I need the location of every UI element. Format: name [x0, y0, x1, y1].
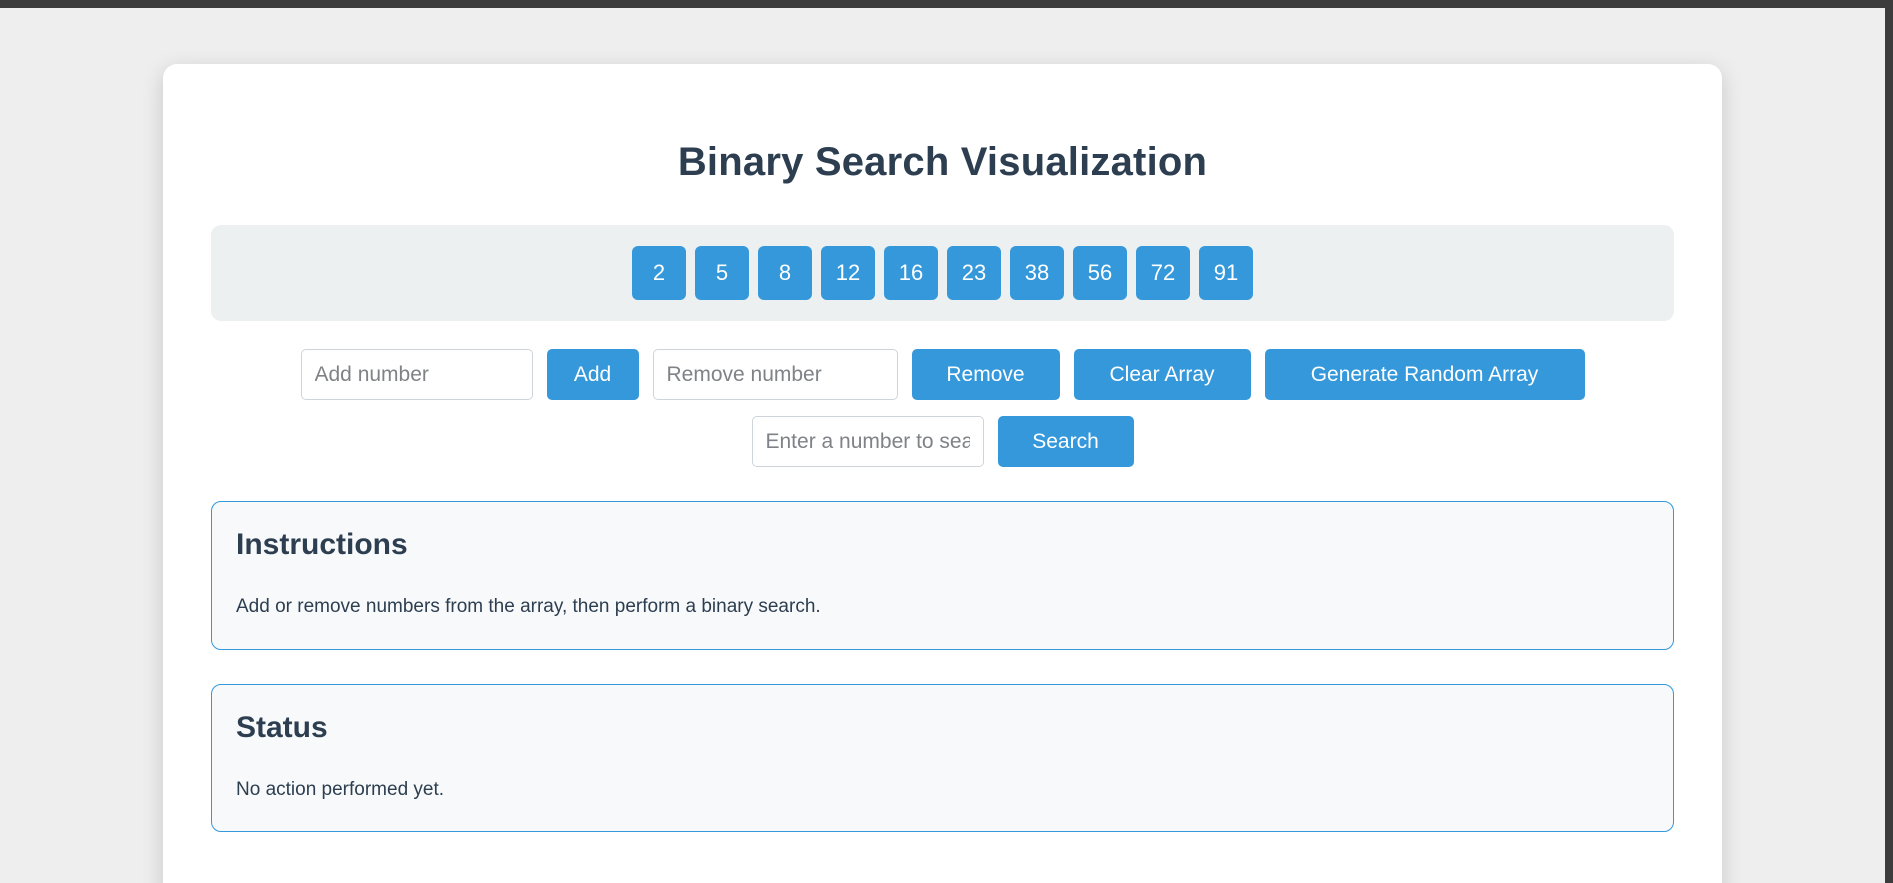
remove-button[interactable]: Remove	[911, 349, 1060, 400]
instructions-panel: Instructions Add or remove numbers from …	[211, 501, 1674, 650]
array-item[interactable]: 8	[758, 246, 812, 300]
browser-viewport: Binary Search Visualization 2 5 8 12 16 …	[0, 8, 1885, 883]
array-item[interactable]: 5	[695, 246, 749, 300]
search-button[interactable]: Search	[997, 416, 1134, 467]
instructions-title: Instructions	[236, 528, 408, 561]
search-controls-row: Search	[211, 416, 1674, 467]
add-number-input[interactable]	[300, 349, 533, 400]
array-visualization: 2 5 8 12 16 23 38 56 72 91	[211, 225, 1674, 321]
array-item[interactable]: 12	[821, 246, 875, 300]
add-button[interactable]: Add	[546, 349, 639, 400]
array-item[interactable]: 2	[632, 246, 686, 300]
status-text: No action performed yet.	[236, 778, 445, 800]
status-panel: Status No action performed yet.	[211, 683, 1674, 833]
array-controls-row: Add Remove Clear Array Generate Random A…	[211, 349, 1674, 400]
array-item[interactable]: 23	[947, 246, 1001, 300]
page-body: Binary Search Visualization 2 5 8 12 16 …	[0, 8, 1885, 883]
array-item[interactable]: 72	[1136, 246, 1190, 300]
array-item[interactable]: 91	[1199, 246, 1253, 300]
page-title: Binary Search Visualization	[677, 140, 1208, 184]
instructions-text: Add or remove numbers from the array, th…	[236, 596, 821, 617]
search-input[interactable]	[751, 416, 984, 467]
array-item[interactable]: 16	[884, 246, 938, 300]
remove-number-input[interactable]	[652, 349, 898, 400]
array-item[interactable]: 38	[1010, 246, 1064, 300]
array-item[interactable]: 56	[1073, 246, 1127, 300]
status-title: Status	[236, 710, 328, 744]
clear-array-button[interactable]: Clear Array	[1073, 349, 1251, 400]
app-card: Binary Search Visualization 2 5 8 12 16 …	[163, 64, 1722, 883]
generate-random-array-button[interactable]: Generate Random Array	[1264, 349, 1585, 400]
